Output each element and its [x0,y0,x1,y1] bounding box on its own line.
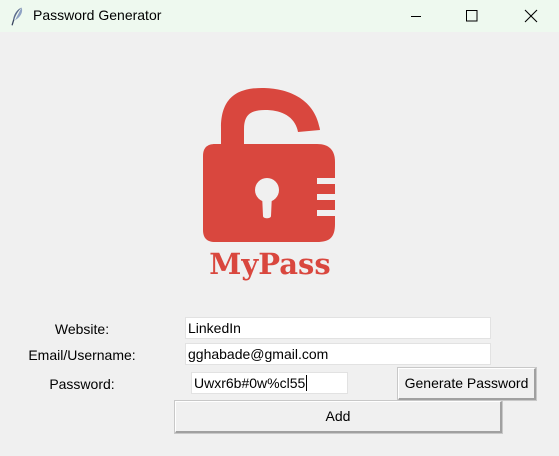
add-button[interactable]: Add [174,400,503,434]
close-icon [524,9,538,23]
text-cursor [306,375,308,391]
maximize-button[interactable] [449,0,495,32]
password-input[interactable]: Uwxr6b#0w%cl55 [191,372,348,394]
email-label: Email/Username: [28,347,136,363]
maximize-icon [466,10,478,22]
email-input[interactable]: gghabade@gmail.com [185,343,491,365]
minimize-icon [410,10,422,22]
generate-password-button[interactable]: Generate Password [397,367,537,401]
logo-text: MyPass [209,247,331,281]
close-button[interactable] [508,0,554,32]
website-label: Website: [54,321,110,337]
password-label: Password: [49,376,115,392]
title-bar[interactable]: Password Generator [0,0,559,32]
window-title: Password Generator [33,7,162,23]
app-window: Password Generator MyPass Website: Linke… [0,0,559,456]
feather-icon [9,6,25,26]
password-value: Uwxr6b#0w%cl55 [194,375,306,391]
website-input[interactable]: LinkedIn [185,317,491,339]
minimize-button[interactable] [393,0,439,32]
